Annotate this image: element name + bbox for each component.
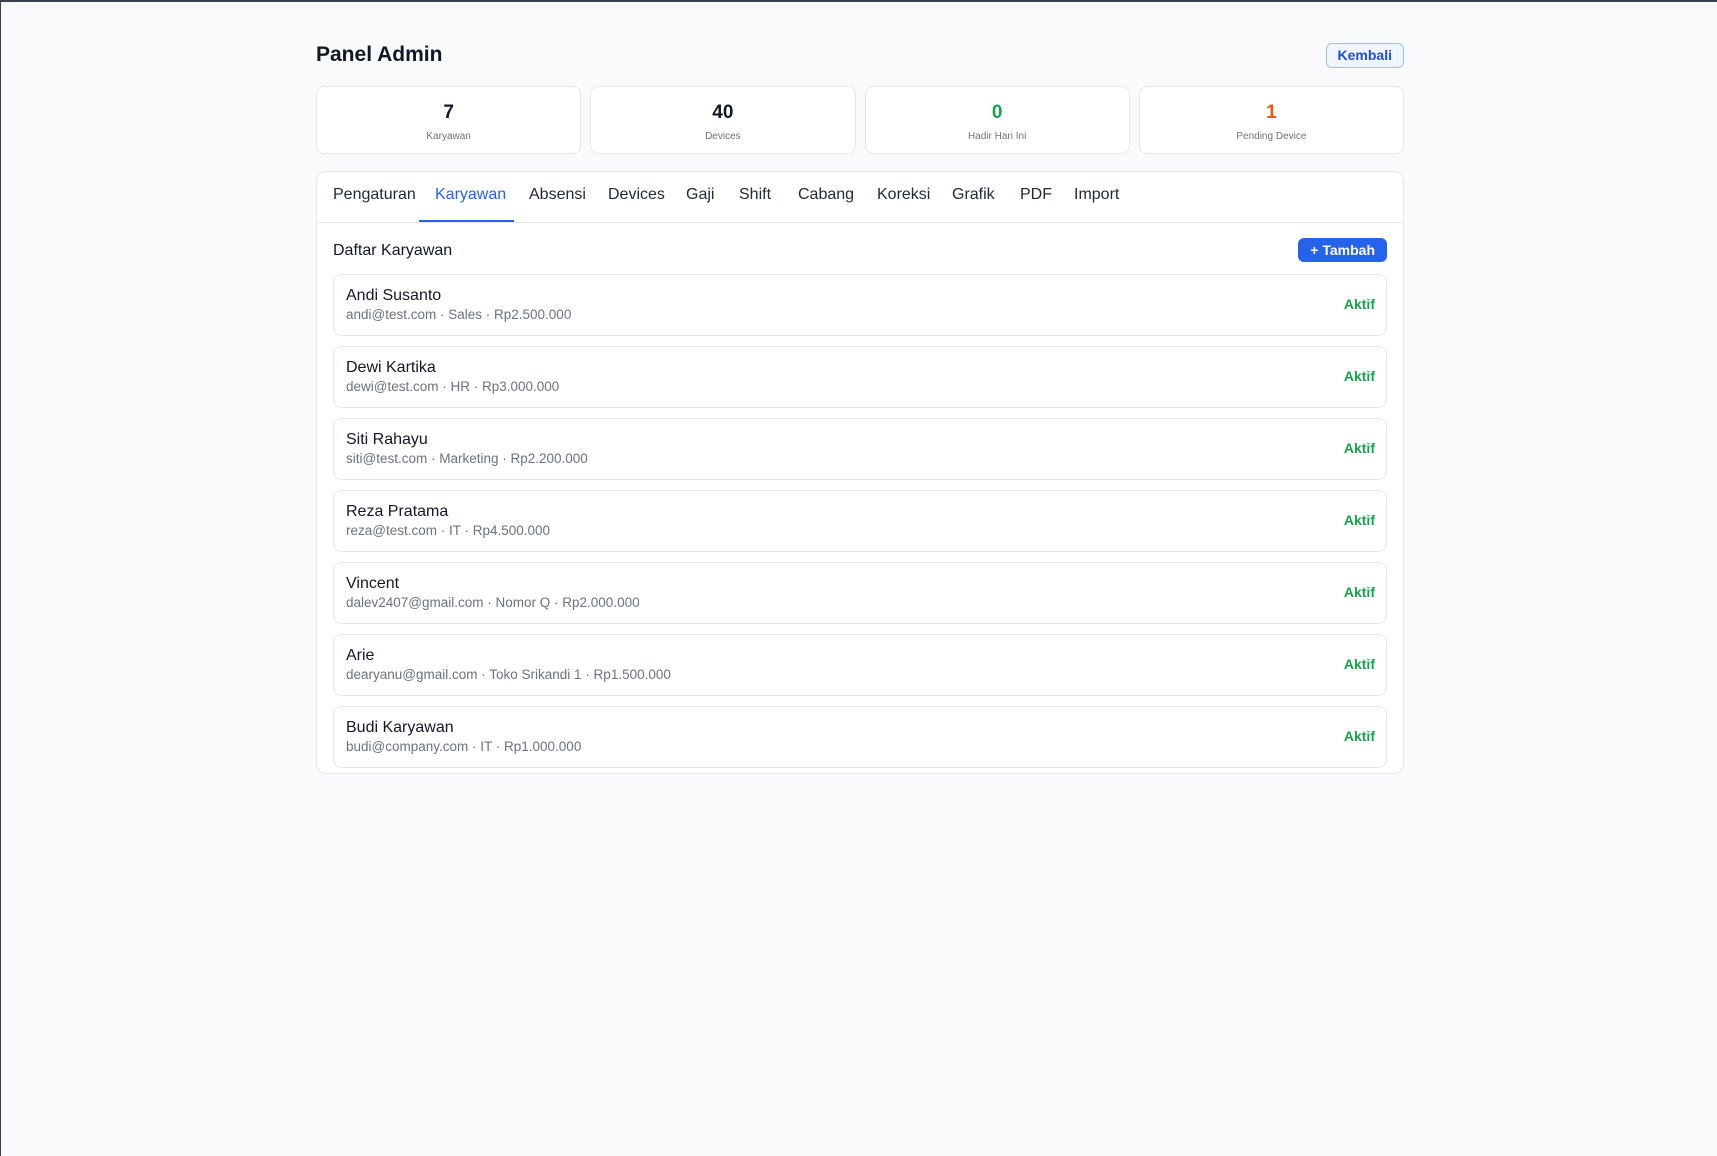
tab-koreksi[interactable]: Koreksi: [861, 172, 946, 222]
stat-label: Hadir Hari Ini: [967, 131, 1027, 142]
employee-details: reza@test.com · IT · Rp4.500.000: [346, 523, 551, 538]
stat-label: Karyawan: [426, 131, 471, 142]
stats-row: 7 Karyawan 40 Devices 0 Hadir Hari Ini 1…: [316, 86, 1404, 154]
stat-card-karyawan: 7 Karyawan: [316, 86, 582, 154]
stat-value: 1: [1266, 102, 1277, 123]
stat-value: 0: [991, 102, 1003, 123]
employee-details: budi@company.com · IT · Rp1.000.000: [346, 739, 582, 754]
employee-row[interactable]: Vincent dalev2407@gmail.com · Nomor Q · …: [333, 562, 1387, 624]
page-title: Panel Admin: [316, 43, 443, 66]
employee-name: Dewi Kartika: [346, 359, 436, 376]
stat-label: Pending Device: [1236, 131, 1307, 142]
employee-details: andi@test.com · Sales · Rp2.500.000: [346, 307, 572, 322]
employee-row[interactable]: Reza Pratama reza@test.com · IT · Rp4.50…: [333, 490, 1387, 552]
employee-row[interactable]: Andi Susanto andi@test.com · Sales · Rp2…: [333, 274, 1387, 336]
stat-label: Devices: [705, 131, 741, 142]
tab-karyawan[interactable]: Karyawan: [419, 172, 514, 222]
employee-name: Reza Pratama: [346, 503, 449, 520]
status-badge: Aktif: [1343, 440, 1375, 456]
tab-gaji[interactable]: Gaji: [670, 172, 730, 222]
stat-card-hadir: 0 Hadir Hari Ini: [864, 86, 1130, 154]
stat-value: 40: [712, 102, 734, 123]
window-top-border: [0, 0, 1717, 2]
employee-row[interactable]: Siti Rahayu siti@test.com · Marketing · …: [333, 418, 1387, 480]
employee-row[interactable]: Budi Karyawan budi@company.com · IT · Rp…: [333, 706, 1387, 768]
employee-name: Budi Karyawan: [346, 719, 454, 736]
add-employee-button[interactable]: + Tambah: [1298, 238, 1387, 262]
employee-row[interactable]: Dewi Kartika dewi@test.com · HR · Rp3.00…: [333, 346, 1387, 408]
stat-card-pending-device: 1 Pending Device: [1138, 86, 1404, 154]
employee-list-title: Daftar Karyawan: [333, 242, 453, 259]
employee-details: dewi@test.com · HR · Rp3.000.000: [346, 379, 560, 394]
status-badge: Aktif: [1343, 368, 1375, 384]
status-badge: Aktif: [1343, 656, 1375, 672]
employee-name: Arie: [346, 647, 375, 664]
window-left-border: [0, 0, 1, 1156]
status-badge: Aktif: [1343, 728, 1375, 744]
employee-details: siti@test.com · Marketing · Rp2.200.000: [346, 451, 588, 466]
tab-cabang[interactable]: Cabang: [782, 172, 870, 222]
employee-list: Andi Susanto andi@test.com · Sales · Rp2…: [333, 274, 1387, 778]
employee-name: Vincent: [346, 575, 400, 592]
employee-details: dalev2407@gmail.com · Nomor Q · Rp2.000.…: [346, 595, 640, 610]
employee-details: dearyanu@gmail.com · Toko Srikandi 1 · R…: [346, 667, 671, 682]
status-badge: Aktif: [1343, 584, 1375, 600]
tab-pengaturan[interactable]: Pengaturan: [317, 172, 432, 222]
status-badge: Aktif: [1343, 512, 1375, 528]
tab-bar: Pengaturan Karyawan Absensi Devices Gaji…: [317, 172, 1403, 223]
tab-grafik[interactable]: Grafik: [936, 172, 1011, 222]
employee-name: Siti Rahayu: [346, 431, 428, 448]
tab-devices[interactable]: Devices: [592, 172, 681, 222]
main-panel: Pengaturan Karyawan Absensi Devices Gaji…: [316, 171, 1404, 774]
back-button[interactable]: Kembali: [1325, 43, 1404, 68]
stat-card-devices: 40 Devices: [590, 86, 856, 154]
stat-value: 7: [443, 102, 454, 123]
employee-list-header: Daftar Karyawan + Tambah: [333, 238, 1387, 264]
tab-import[interactable]: Import: [1058, 172, 1135, 222]
employee-row[interactable]: Arie dearyanu@gmail.com · Toko Srikandi …: [333, 634, 1387, 696]
employee-name: Andi Susanto: [346, 287, 442, 304]
tab-shift[interactable]: Shift: [723, 172, 787, 222]
tab-absensi[interactable]: Absensi: [513, 172, 602, 222]
status-badge: Aktif: [1343, 296, 1375, 312]
page-header: Panel Admin Kembali: [316, 40, 1404, 72]
